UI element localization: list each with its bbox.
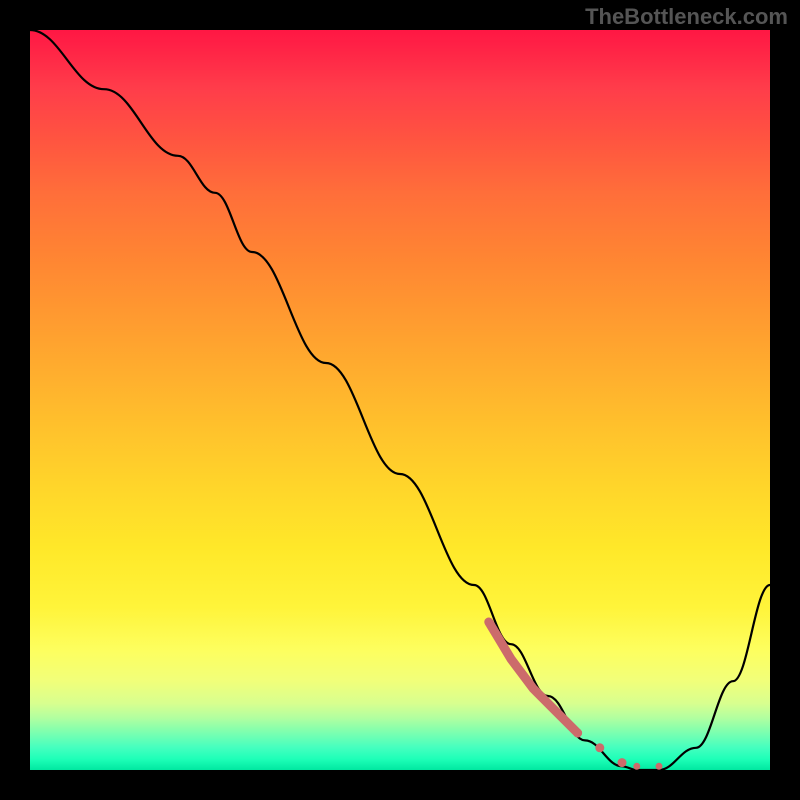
watermark-text: TheBottleneck.com [585, 4, 788, 30]
bottleneck-curve-line [30, 30, 770, 770]
chart-svg [30, 30, 770, 770]
plot-area [30, 30, 770, 770]
